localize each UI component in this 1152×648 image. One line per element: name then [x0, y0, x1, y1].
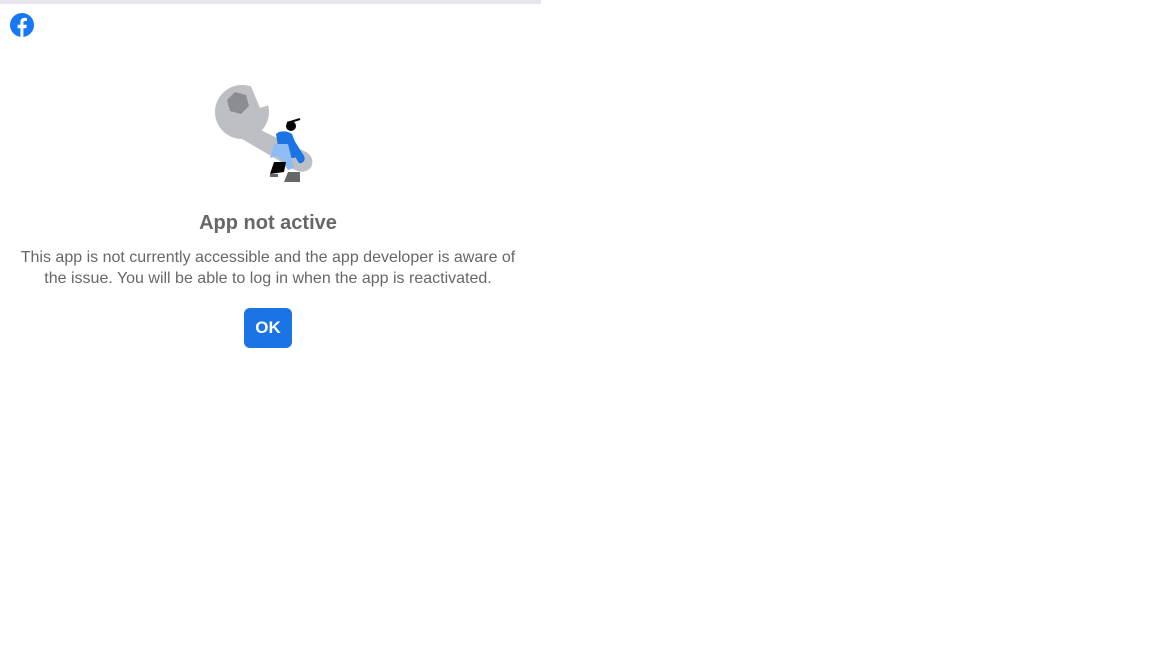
app-not-active-panel: App not active This app is not currently…: [0, 0, 536, 648]
dialog-title: App not active: [199, 212, 337, 234]
dialog-message: This app is not currently accessible and…: [20, 249, 516, 287]
ok-button[interactable]: OK: [244, 308, 292, 348]
facebook-logo-icon[interactable]: [10, 13, 34, 37]
wrench-mechanic-illustration: [215, 84, 313, 182]
